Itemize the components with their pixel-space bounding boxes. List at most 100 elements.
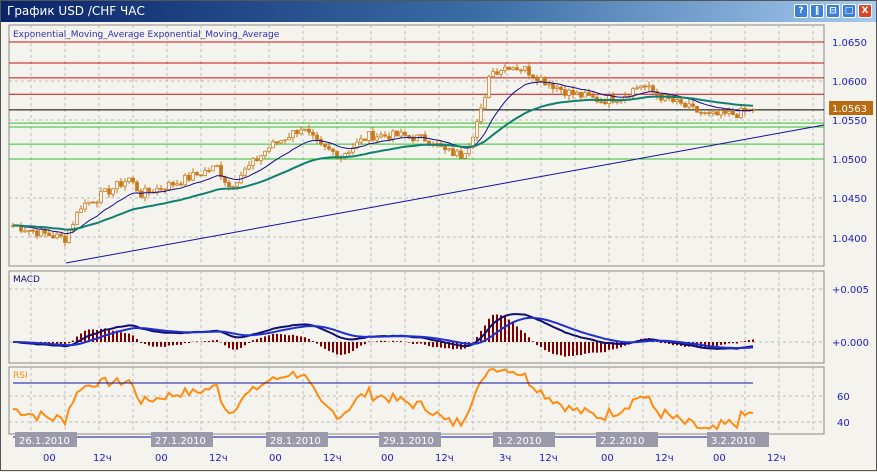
time-label: 00 xyxy=(601,453,614,464)
time-label: 12ч xyxy=(93,453,112,464)
candle xyxy=(475,121,479,138)
candle xyxy=(671,98,675,102)
candle xyxy=(687,103,691,108)
candle xyxy=(567,89,571,96)
candle xyxy=(259,155,263,161)
rsi-label: RSI xyxy=(13,371,28,381)
date-label: 27.1.2010 xyxy=(155,436,206,447)
candle xyxy=(79,208,83,213)
candle xyxy=(63,235,67,243)
rsi-tick: 60 xyxy=(837,392,850,403)
candle xyxy=(515,67,519,71)
time-label: 12ч xyxy=(435,453,454,464)
candle xyxy=(255,158,259,161)
chart-canvas[interactable]: Exponential_Moving_Average Exponential_M… xyxy=(1,1,877,472)
candle xyxy=(675,99,679,102)
candle xyxy=(735,114,739,119)
candle xyxy=(195,172,199,176)
candle xyxy=(543,77,547,86)
candle xyxy=(559,86,563,90)
candle xyxy=(279,140,283,144)
candle xyxy=(531,74,535,78)
date-label: 3.2.2010 xyxy=(711,436,756,447)
candle xyxy=(271,141,275,149)
candle xyxy=(175,183,179,186)
candle xyxy=(227,182,231,188)
candle xyxy=(707,112,711,114)
candle xyxy=(83,202,87,210)
candle xyxy=(479,107,483,122)
candle xyxy=(403,131,407,136)
candle xyxy=(219,165,223,178)
candle xyxy=(315,134,319,140)
candle xyxy=(171,182,175,186)
time-label: 12ч xyxy=(323,453,342,464)
candle xyxy=(591,95,595,98)
candle xyxy=(463,153,467,159)
candle xyxy=(207,170,211,172)
time-label: 00 xyxy=(43,453,56,464)
candle xyxy=(427,140,431,145)
candle xyxy=(323,143,327,147)
candle xyxy=(379,134,383,138)
candle xyxy=(91,201,95,204)
candle xyxy=(211,165,215,172)
candle xyxy=(119,181,123,187)
candle xyxy=(307,128,311,133)
candle xyxy=(27,229,31,232)
candle xyxy=(575,92,579,95)
time-label: 12ч xyxy=(209,453,228,464)
candle xyxy=(387,135,391,140)
candle xyxy=(391,130,395,140)
candle xyxy=(639,85,643,89)
candle xyxy=(95,201,99,204)
date-label: 2.2.2010 xyxy=(600,436,645,447)
candle xyxy=(511,67,515,70)
candle xyxy=(723,110,727,114)
candle xyxy=(67,230,71,243)
candle xyxy=(191,172,195,181)
candle xyxy=(247,165,251,170)
candle xyxy=(319,139,323,145)
candle xyxy=(683,102,687,108)
time-label: 00 xyxy=(155,453,168,464)
candle xyxy=(283,139,287,142)
price-tick: 1.0650 xyxy=(832,38,867,49)
candle xyxy=(571,89,575,95)
candle xyxy=(295,130,299,135)
time-label: 12ч xyxy=(539,453,558,464)
candle xyxy=(603,101,607,105)
candle xyxy=(243,168,247,176)
date-label: 29.1.2010 xyxy=(383,436,434,447)
candle xyxy=(235,182,239,187)
candle xyxy=(347,151,351,154)
candle xyxy=(419,134,423,137)
candle xyxy=(519,69,523,72)
candle xyxy=(107,188,111,195)
candle xyxy=(539,77,543,82)
candle xyxy=(547,83,551,86)
candle xyxy=(715,111,719,116)
candle xyxy=(55,233,59,239)
candle xyxy=(635,87,639,90)
macd-label: MACD xyxy=(13,275,40,285)
candle xyxy=(311,131,315,136)
chart-window: График USD /CHF ЧАС ? ‖ ⊟ □ X Exponentia… xyxy=(0,0,877,471)
candle xyxy=(399,131,403,137)
candle xyxy=(163,188,167,191)
time-label: 00 xyxy=(269,453,282,464)
candle xyxy=(643,85,647,88)
candle xyxy=(299,129,303,135)
candle xyxy=(691,103,695,107)
candle xyxy=(459,150,463,159)
candle xyxy=(615,101,619,103)
candle xyxy=(407,134,411,138)
macd-tick: +0.005 xyxy=(832,285,869,296)
candle xyxy=(215,165,219,167)
candle xyxy=(383,134,387,137)
candle xyxy=(127,177,131,183)
candle xyxy=(275,141,279,144)
candle xyxy=(139,190,143,198)
candle xyxy=(367,130,371,141)
candle xyxy=(535,76,539,82)
